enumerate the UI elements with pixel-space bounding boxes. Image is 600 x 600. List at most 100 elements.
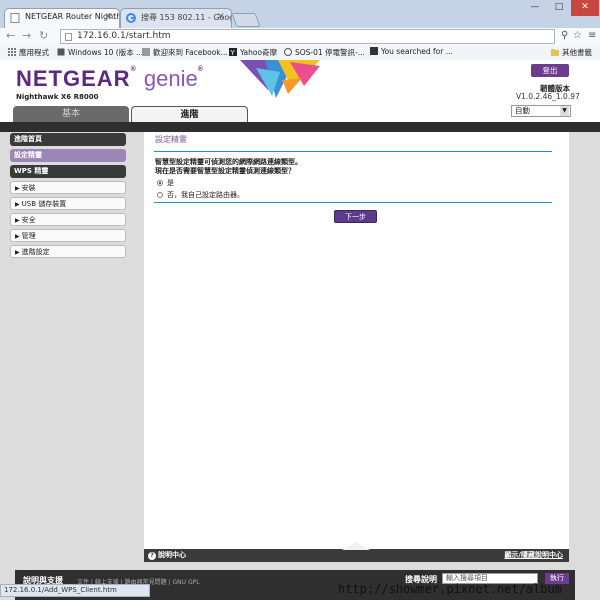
sidebar-item-advanced-home[interactable]: 進階首頁	[10, 133, 126, 146]
tab-strip: NETGEAR Router Nighth × 搜尋 153 802.11 - …	[0, 0, 600, 28]
minimize-icon[interactable]: —	[523, 0, 547, 16]
folder-icon	[551, 48, 559, 56]
sidebar-item-wps-wizard[interactable]: WPS 精靈	[10, 165, 126, 178]
menu-icon[interactable]: ≡	[588, 30, 596, 41]
sidebar-item-label: 進階首頁	[14, 135, 42, 143]
language-select[interactable]: 自動 ▼	[511, 105, 571, 117]
sidebar-item-setup[interactable]: ▶ 安裝	[10, 181, 126, 194]
caret-right-icon: ▶	[15, 201, 20, 208]
sidebar-item-administration[interactable]: ▶ 管理	[10, 229, 126, 242]
sidebar-item-usb-storage[interactable]: ▶ USB 儲存裝置	[10, 197, 126, 210]
close-icon[interactable]: ×	[105, 11, 113, 22]
sidebar-item-setup-wizard[interactable]: 設定精靈	[10, 149, 126, 162]
bookmark-facebook[interactable]: 歡迎來到 Facebook...	[142, 47, 228, 58]
maximize-icon[interactable]: □	[547, 0, 571, 16]
alert-icon	[284, 48, 292, 56]
address-bar: ← → ↻ 172.16.0.1/start.htm ⚲ ☆ ≡	[0, 28, 600, 46]
facebook-icon	[142, 48, 150, 56]
expand-arrow-icon[interactable]	[342, 542, 370, 550]
browser-chrome: NETGEAR Router Nighth × 搜尋 153 802.11 - …	[0, 0, 600, 61]
sidebar-item-security[interactable]: ▶ 安全	[10, 213, 126, 226]
question-icon: ?	[148, 552, 156, 560]
router-page: NETGEAR® genie® Nighthawk X6 R8000 登出 韌體…	[0, 60, 600, 600]
sidebar-item-label: 進階設定	[21, 248, 50, 256]
logo-area: NETGEAR® genie® Nighthawk X6 R8000	[16, 66, 204, 101]
page-icon	[370, 47, 378, 55]
reload-icon[interactable]: ↻	[39, 29, 48, 42]
browser-tab-netgear[interactable]: NETGEAR Router Nighth ×	[4, 8, 120, 28]
page-favicon-icon	[10, 13, 20, 23]
window-close-icon[interactable]: ✕	[571, 0, 599, 16]
new-tab-button[interactable]	[231, 13, 261, 27]
key-icon[interactable]: ⚲	[561, 30, 568, 41]
help-center-label: 說明中心	[158, 551, 186, 559]
url-input[interactable]: 172.16.0.1/start.htm	[60, 29, 555, 44]
apps-icon	[8, 48, 16, 56]
caret-right-icon: ▶	[15, 217, 20, 224]
netgear-genie-logo: NETGEAR® genie®	[16, 66, 204, 91]
caret-right-icon: ▶	[15, 249, 20, 256]
bookmark-apps[interactable]: 應用程式	[8, 47, 49, 58]
tab-basic[interactable]: 基本	[13, 106, 129, 122]
radio-option-no[interactable]: 否，我自己設定路由器。	[157, 190, 244, 200]
browser-tab-google[interactable]: 搜尋 153 802.11 - Goog ×	[120, 8, 232, 28]
browser-status-bar: 172.16.0.1/Add_WPS_Client.htm	[0, 584, 150, 597]
sidebar-item-label: 安全	[21, 216, 36, 224]
show-hide-help-link[interactable]: 顯示/隱藏說明中心	[504, 549, 563, 562]
caret-right-icon: ▶	[15, 185, 20, 192]
bookmark-yahoo[interactable]: Y Yahoo奇摩	[229, 47, 277, 58]
sidebar-item-label: 管理	[21, 232, 36, 240]
bookmark-label: Windows 10 (版本 ...	[68, 48, 144, 57]
bookmark-label: 應用程式	[19, 48, 49, 57]
tab-advanced[interactable]: 進階	[131, 106, 248, 122]
header-band	[0, 122, 600, 132]
firmware-version: V1.0.2.46_1.0.97	[516, 92, 580, 101]
sidebar: 進階首頁 設定精靈 WPS 精靈 ▶ 安裝 ▶ USB 儲存裝置 ▶ 安全 ▶ 管理 ▶…	[10, 133, 126, 261]
radio-option-yes[interactable]: 是	[157, 178, 174, 188]
genie-banner-graphic	[240, 60, 320, 98]
bookmark-other[interactable]: 其他書籤	[551, 47, 592, 58]
page-icon	[57, 48, 65, 56]
bookmark-label: SOS-01 停電警訊-...	[295, 48, 365, 57]
bookmark-search[interactable]: You searched for ...	[370, 47, 453, 56]
bookmark-label: Yahoo奇摩	[240, 48, 278, 57]
radio-button-no[interactable]	[157, 192, 163, 198]
sidebar-item-label: WPS 精靈	[14, 167, 49, 175]
page-icon	[65, 33, 72, 41]
help-center-bar: ? 說明中心 顯示/隱藏說明中心	[144, 542, 569, 562]
bookmark-label: 歡迎來到 Facebook...	[153, 48, 228, 57]
back-icon[interactable]: ←	[6, 29, 15, 42]
radio-button-yes[interactable]	[157, 180, 163, 186]
bookmarks-bar: 應用程式 Windows 10 (版本 ... 歡迎來到 Facebook...…	[0, 46, 600, 60]
bookmark-windows10[interactable]: Windows 10 (版本 ...	[57, 47, 143, 58]
svg-text:Y: Y	[230, 49, 236, 56]
watermark: http://showmer.pixnet.net/album	[338, 582, 562, 596]
bookmark-label: You searched for ...	[381, 47, 453, 56]
product-name: genie	[143, 66, 198, 91]
sidebar-item-label: 安裝	[21, 184, 36, 192]
forward-icon[interactable]: →	[22, 29, 31, 42]
close-icon[interactable]: ×	[217, 11, 225, 22]
caret-right-icon: ▶	[15, 233, 20, 240]
radio-label-no: 否，我自己設定路由器。	[167, 191, 244, 199]
next-button[interactable]: 下一步	[334, 210, 377, 223]
brand-name: NETGEAR	[16, 66, 131, 91]
bookmark-label: 其他書籤	[562, 48, 592, 57]
bookmark-sos[interactable]: SOS-01 停電警訊-...	[284, 47, 365, 58]
router-model: Nighthawk X6 R8000	[16, 93, 99, 101]
wizard-question: 現在是否需要智慧型設定精靈偵測連線類型？	[155, 167, 295, 175]
url-text: 172.16.0.1/start.htm	[77, 31, 171, 41]
language-value: 自動	[515, 106, 530, 115]
help-center-link[interactable]: ? 說明中心	[148, 549, 186, 562]
wizard-panel: 設定精靈 智慧型設定精靈可偵測您的網際網路連線類型。 現在是否需要智慧型設定精靈…	[144, 132, 569, 562]
yahoo-icon: Y	[229, 48, 237, 57]
logout-button[interactable]: 登出	[531, 64, 569, 77]
page-title: 設定精靈	[155, 135, 187, 144]
star-icon[interactable]: ☆	[573, 30, 582, 41]
sidebar-item-advanced-setup[interactable]: ▶ 進階設定	[10, 245, 126, 258]
divider	[154, 202, 552, 203]
sidebar-item-label: 設定精靈	[14, 151, 42, 159]
google-icon	[126, 13, 136, 23]
sidebar-item-label: USB 儲存裝置	[21, 200, 67, 208]
divider	[154, 151, 552, 152]
